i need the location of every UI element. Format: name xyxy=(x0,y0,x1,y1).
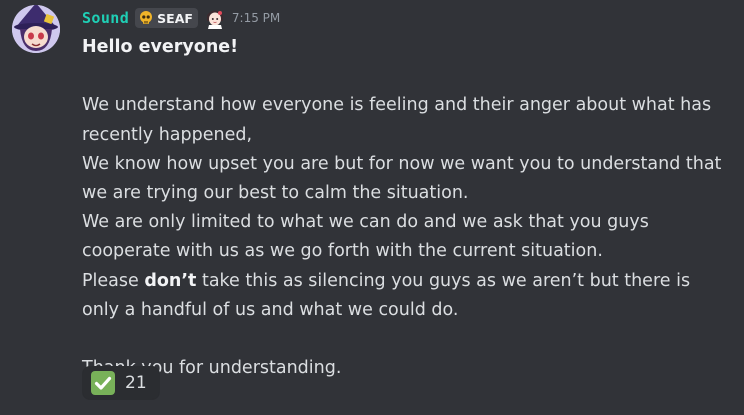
message-line: We are only limited to what we can do an… xyxy=(82,212,649,262)
message-line: We know how upset you are but for now we… xyxy=(82,153,722,203)
username[interactable]: Sound xyxy=(82,9,129,27)
clan-tag-label: SEAF xyxy=(157,10,193,26)
text-segment: Please xyxy=(82,270,145,291)
message-line-with-emphasis: Please don’t take this as silencing you … xyxy=(82,267,722,325)
message-content: Hello everyone! We understand how everyo… xyxy=(82,33,722,383)
user-avatar[interactable] xyxy=(12,5,60,53)
avatar-image xyxy=(12,5,60,53)
clan-tag[interactable]: SEAF xyxy=(135,8,198,28)
chat-message: Sound SEAF 7:15 PM Hello everyone! We un… xyxy=(0,0,744,415)
closing-line: Thank you for understanding. xyxy=(82,358,342,379)
skull-badge-icon xyxy=(138,10,154,26)
role-character-icon[interactable] xyxy=(204,7,226,29)
message-header: Sound SEAF 7:15 PM xyxy=(82,6,280,30)
bold-text: don’t xyxy=(144,270,197,291)
white-check-mark-icon xyxy=(91,371,115,395)
message-timestamp: 7:15 PM xyxy=(231,11,281,25)
greeting-line: Hello everyone! xyxy=(82,37,239,57)
message-line: We understand how everyone is feeling an… xyxy=(82,95,712,145)
reaction-count: 21 xyxy=(125,373,147,393)
reaction-button[interactable]: 21 xyxy=(82,366,160,400)
